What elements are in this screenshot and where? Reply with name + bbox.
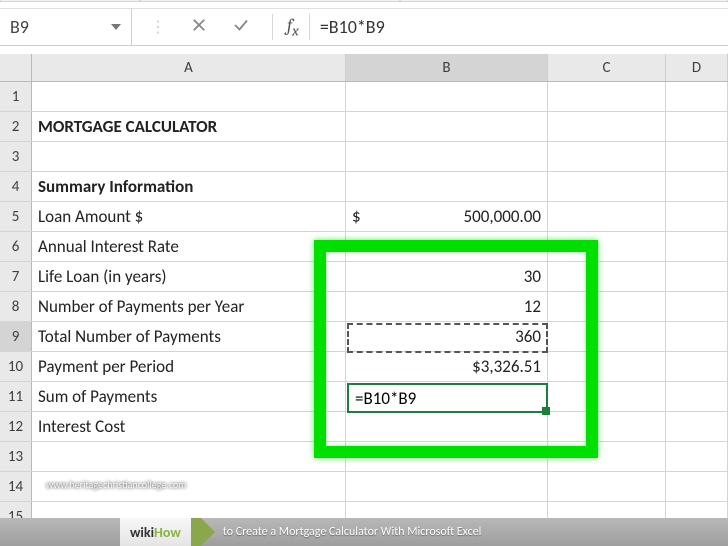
cell-value[interactable]: 360 [346,322,548,351]
row-header[interactable]: 11 [0,382,32,411]
formula-tools: ⋮ [132,16,268,39]
cell[interactable] [666,412,728,441]
formula-bar-row: B9 ⋮ fx =B10*B9 [0,8,728,46]
cell[interactable] [666,82,728,111]
cell[interactable] [666,472,728,501]
spreadsheet-grid: A B C D 1 2MORTGAGE CALCULATOR 3 4Summar… [0,54,728,546]
cell-title[interactable]: MORTGAGE CALCULATOR [32,112,346,141]
cell[interactable] [666,352,728,381]
cell[interactable] [666,442,728,471]
cell-value[interactable]: $500,000.00 [346,202,548,231]
fx-icon[interactable]: fx [287,15,299,40]
cell[interactable] [346,142,548,171]
cell-label[interactable]: Total Number of Payments [32,322,346,351]
cell[interactable] [346,82,548,111]
cell-label[interactable]: Annual Interest Rate [32,232,346,261]
row-header[interactable]: 10 [0,352,32,381]
cell[interactable] [346,442,548,471]
name-box-dropdown-icon[interactable] [111,24,121,30]
cancel-formula-icon[interactable] [190,16,208,39]
cell[interactable] [548,142,666,171]
cell-label[interactable]: Interest Cost [32,412,346,441]
cell-value[interactable]: 30 [346,262,548,291]
cell-label[interactable]: Sum of Payments [32,382,346,411]
cell-value[interactable]: $3,326.51 [346,352,548,381]
cell-value[interactable]: 12 [346,292,548,321]
cell[interactable] [548,202,666,231]
cell[interactable] [548,232,666,261]
cell[interactable] [548,112,666,141]
enter-formula-icon[interactable] [232,16,250,39]
cell[interactable] [666,262,728,291]
cell[interactable] [548,472,666,501]
column-headers: A B C D [0,54,728,82]
row-header[interactable]: 3 [0,142,32,171]
ribbon-group-labels: Clipboard Font Alignment [0,0,728,2]
separator-dots-icon: ⋮ [150,17,166,37]
cell[interactable] [666,112,728,141]
cell[interactable] [346,472,548,501]
row-header[interactable]: 4 [0,172,32,201]
cell[interactable] [666,382,728,411]
col-header-A[interactable]: A [32,54,346,81]
cell[interactable] [666,172,728,201]
active-cell-B11[interactable]: =B10*B9 [347,383,548,413]
cell[interactable] [32,442,346,471]
cell-value[interactable]: 7% [346,232,548,261]
cell[interactable] [548,292,666,321]
cell[interactable] [548,442,666,471]
brand-how: How [154,524,181,541]
brand-wiki: wiki [130,524,154,541]
row-header[interactable]: 1 [0,82,32,111]
cell[interactable] [548,172,666,201]
row-header[interactable]: 13 [0,442,32,471]
cell[interactable] [548,322,666,351]
row-header[interactable]: 5 [0,202,32,231]
name-box-value: B9 [10,16,29,38]
wikihow-badge: wikiHow [120,518,201,546]
cell-label[interactable]: Life Loan (in years) [32,262,346,291]
name-box[interactable]: B9 [0,9,132,45]
cell[interactable] [548,412,666,441]
cell[interactable] [32,82,346,111]
col-header-B[interactable]: B [346,54,548,81]
select-all-corner[interactable] [0,54,32,81]
cell[interactable] [666,232,728,261]
cell-value[interactable] [346,412,548,441]
cell-label[interactable]: Loan Amount $ [32,202,346,231]
tutorial-title: to Create a Mortgage Calculator With Mic… [223,525,482,539]
cell[interactable] [548,82,666,111]
row-header[interactable]: 6 [0,232,32,261]
cell[interactable] [548,262,666,291]
divider [309,14,310,40]
active-cell-content: =B10*B9 [355,388,416,409]
currency-amount: 500,000.00 [464,206,541,227]
cell[interactable] [666,202,728,231]
row-header[interactable]: 2 [0,112,32,141]
cell[interactable] [346,172,548,201]
row-header[interactable]: 8 [0,292,32,321]
formula-input[interactable]: =B10*B9 [314,16,728,38]
grid-rows: 1 2MORTGAGE CALCULATOR 3 4Summary Inform… [0,82,728,532]
row-header[interactable]: 14 [0,472,32,501]
cell[interactable] [548,382,666,411]
col-header-D[interactable]: D [666,54,728,81]
cell[interactable] [666,292,728,321]
currency-symbol: $ [352,206,361,227]
cell-label[interactable]: Payment per Period [32,352,346,381]
tutorial-footer: wikiHow to Create a Mortgage Calculator … [0,518,728,546]
col-header-C[interactable]: C [548,54,666,81]
cell[interactable] [666,142,728,171]
watermark-text: www.heritagechristiancollege.com [46,478,186,491]
divider [272,14,273,40]
cell-section[interactable]: Summary Information [32,172,346,201]
cell[interactable] [346,112,548,141]
row-header[interactable]: 12 [0,412,32,441]
cell[interactable] [548,352,666,381]
cell[interactable] [666,322,728,351]
row-header[interactable]: 7 [0,262,32,291]
cell[interactable] [32,142,346,171]
cell-label[interactable]: Number of Payments per Year [32,292,346,321]
row-header[interactable]: 9 [0,322,32,351]
